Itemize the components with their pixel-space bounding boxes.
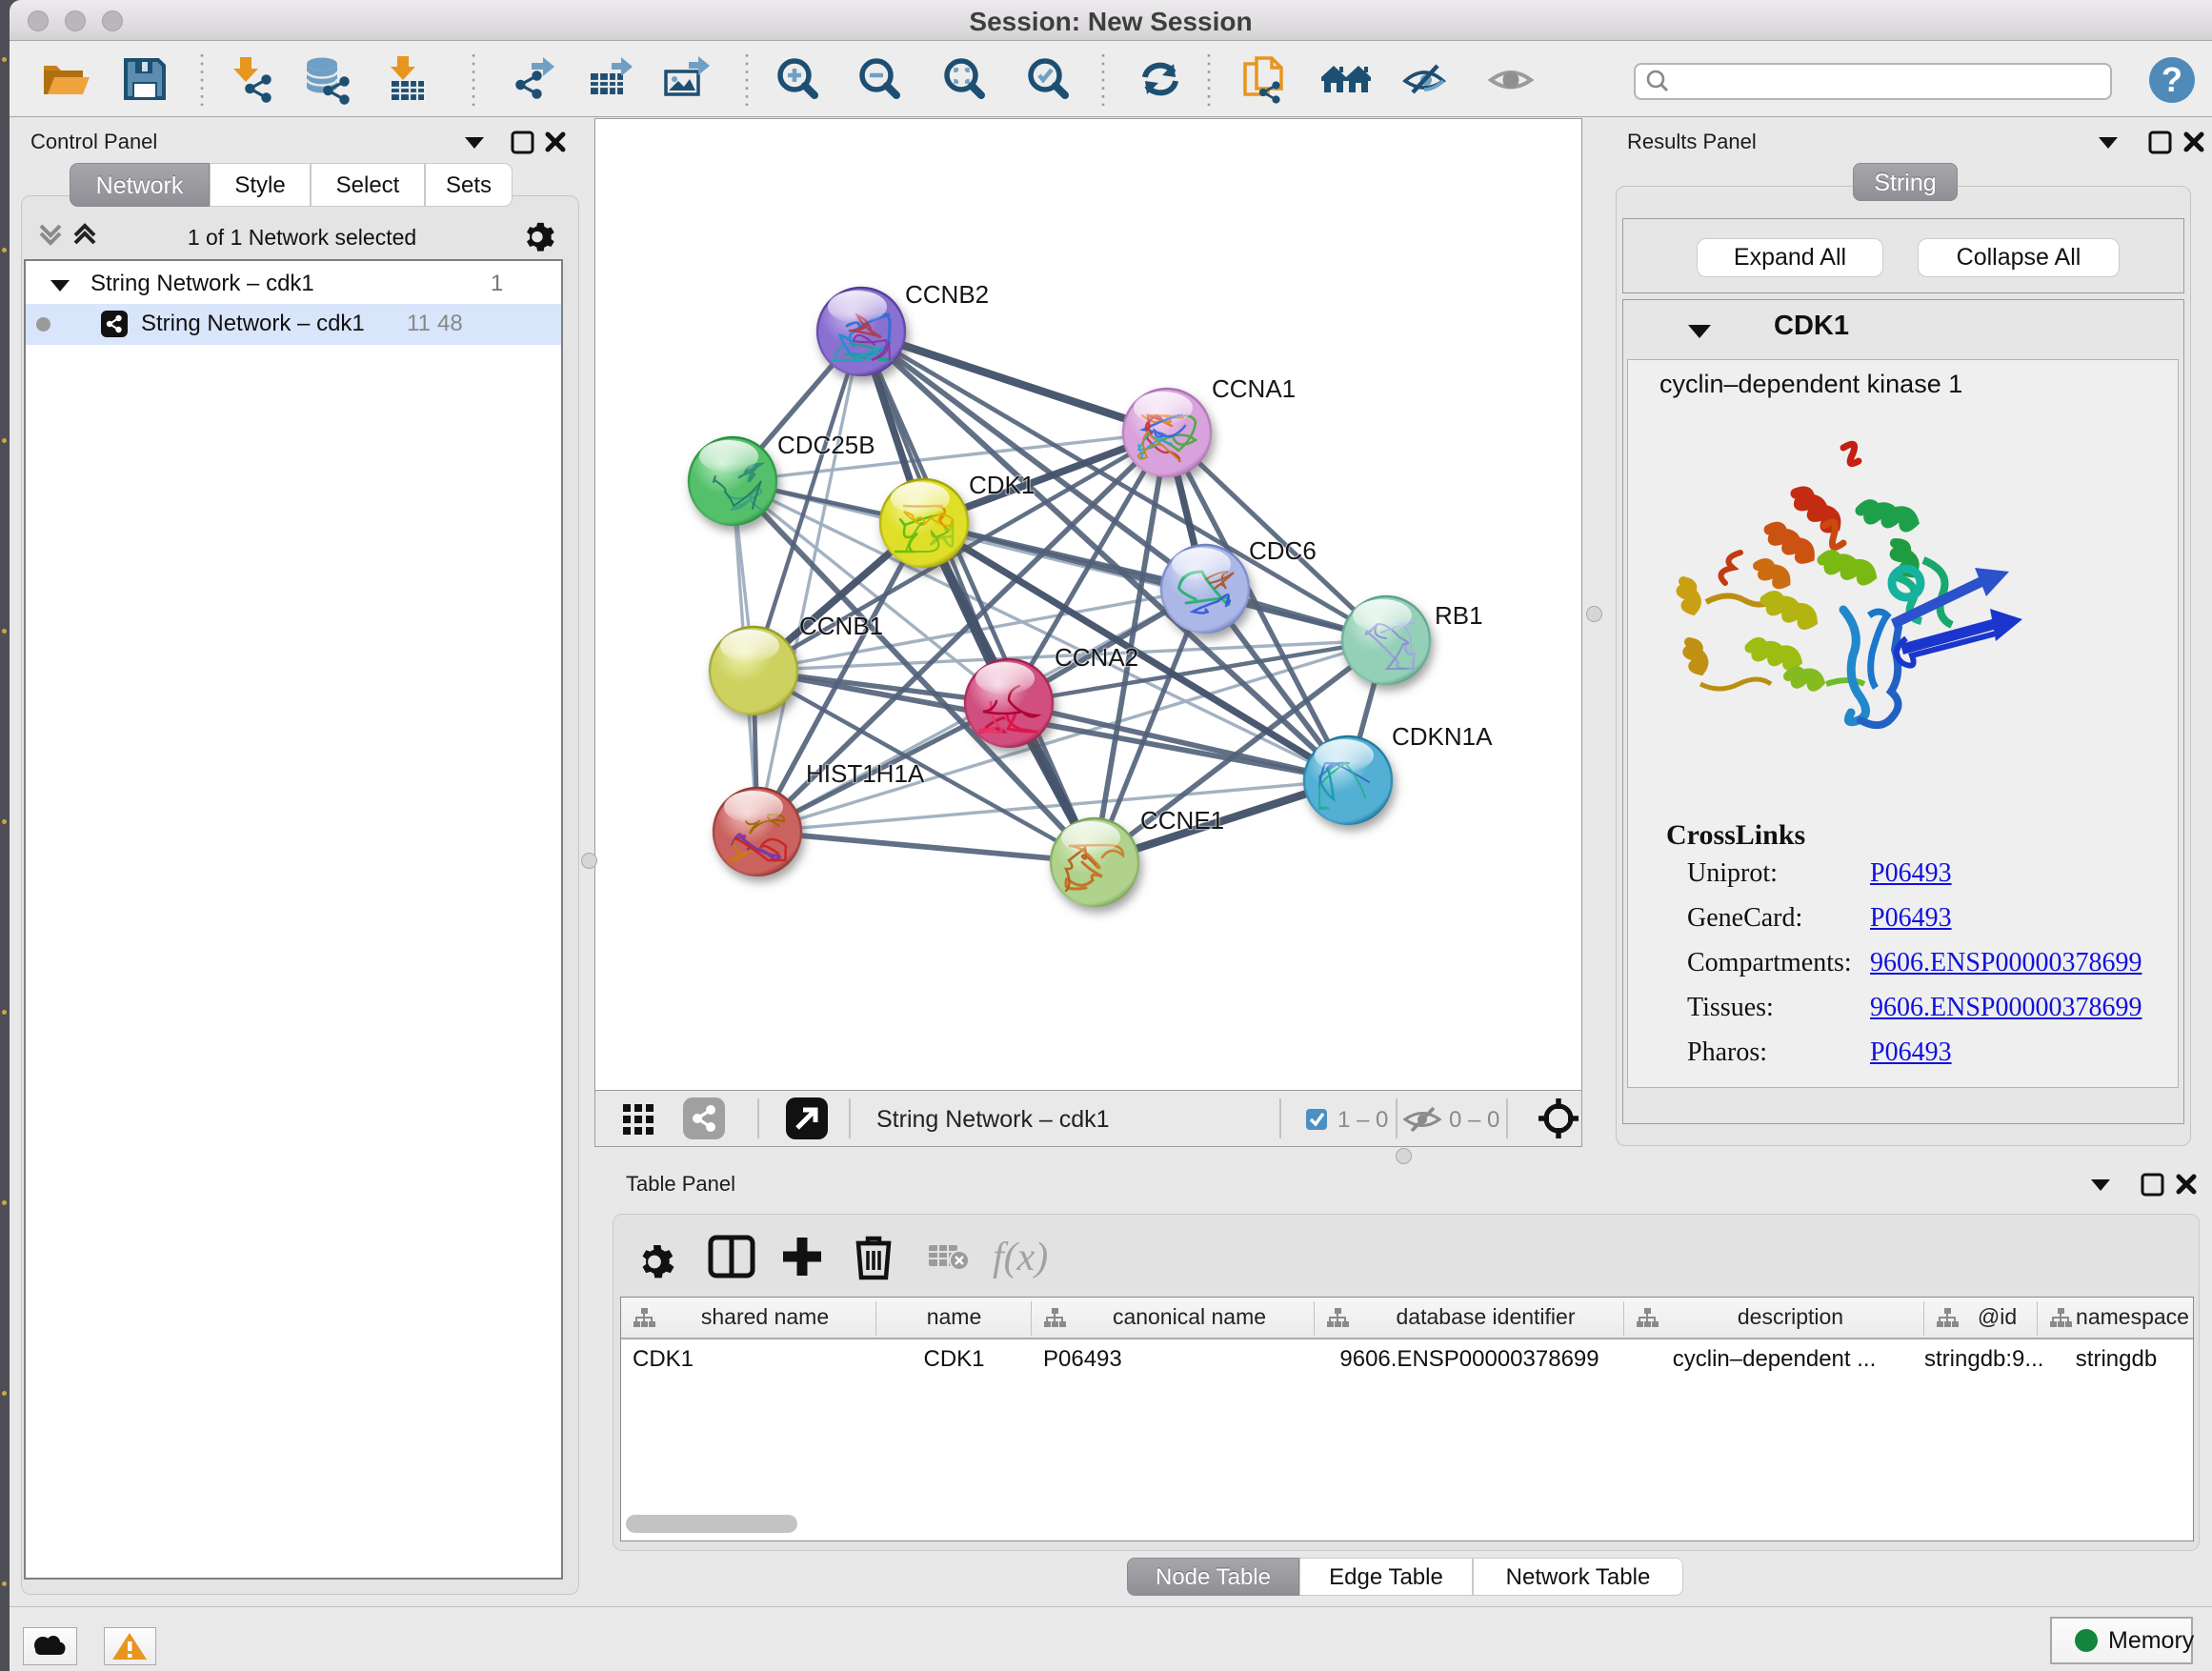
svg-text:CCNB2: CCNB2 [905,280,989,309]
svg-text:CCNA2: CCNA2 [1055,643,1138,672]
svg-text:CDKN1A: CDKN1A [1392,722,1493,751]
svg-text:CDC6: CDC6 [1249,536,1317,565]
svg-text:?: ? [2162,60,2182,99]
svg-text:CCNE1: CCNE1 [1140,806,1224,835]
svg-text:HIST1H1A: HIST1H1A [806,759,925,788]
svg-text:CDK1: CDK1 [969,471,1035,499]
svg-text:CCNB1: CCNB1 [799,612,883,640]
svg-text:CCNA1: CCNA1 [1212,374,1296,403]
svg-text:0 – 0: 0 – 0 [1449,1107,1499,1133]
svg-text:String Network – cdk1: String Network – cdk1 [876,1106,1110,1133]
svg-text:f(x): f(x) [993,1236,1048,1279]
svg-text:1 – 0: 1 – 0 [1337,1107,1388,1133]
svg-text:RB1: RB1 [1435,601,1483,630]
svg-text:CDC25B: CDC25B [777,431,875,459]
